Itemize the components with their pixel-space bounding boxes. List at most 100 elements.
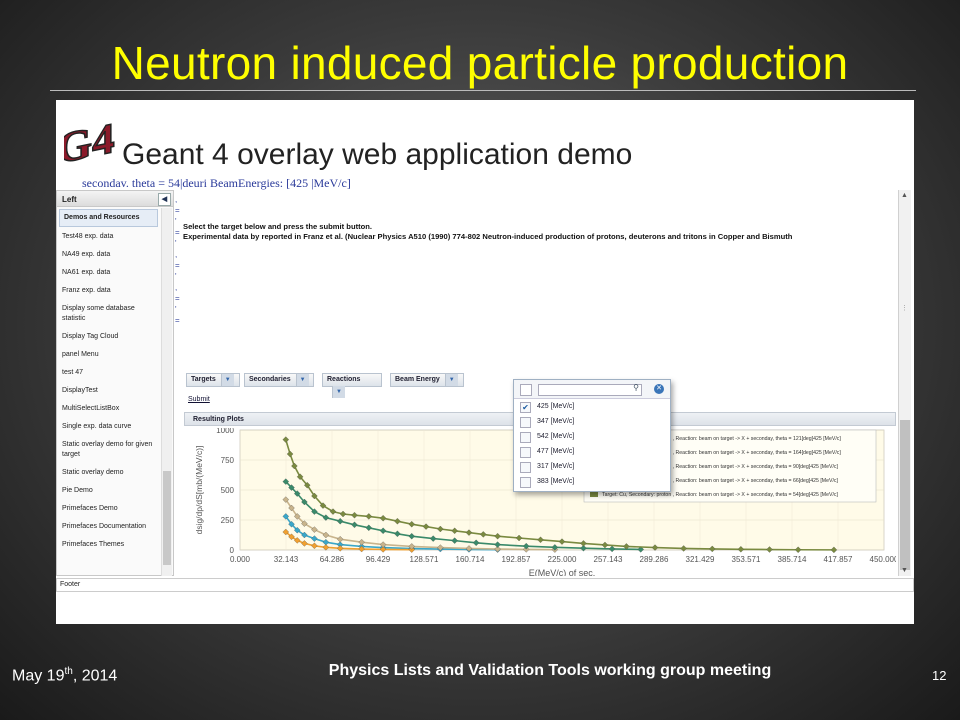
collapse-left-button[interactable]: ◀	[158, 193, 171, 206]
left-panel-scrollbar[interactable]	[161, 208, 172, 576]
targets-label: Targets	[191, 376, 216, 383]
popup-option-list: ✔ 425 [MeV/c] 347 [MeV/c] 542 [MeV/c] 477 [M…	[514, 399, 670, 489]
option-label: 425 [MeV/c]	[537, 403, 575, 410]
nav-item[interactable]: NA61 exp. data	[57, 264, 160, 282]
option-checkbox[interactable]	[520, 462, 531, 473]
chevron-down-icon: ▼	[444, 374, 458, 386]
nav-item[interactable]: panel Menu	[57, 346, 160, 364]
y-tick-label: 500	[221, 486, 235, 495]
page-number: 12	[932, 668, 947, 683]
nav-section-header[interactable]: Demos and Resources	[59, 209, 158, 227]
popup-search-input[interactable]: ⚲	[538, 383, 642, 396]
beam-energy-popup: ⚲ ✕ ✔ 425 [MeV/c] 347 [MeV/c] 542 [MeV/c] 47…	[513, 379, 671, 492]
checkmark-icon[interactable]: ✔	[520, 402, 531, 413]
nav-item[interactable]: Franz exp. data	[57, 282, 160, 300]
option-checkbox[interactable]	[520, 477, 531, 488]
close-icon[interactable]: ✕	[654, 384, 664, 394]
nav-item[interactable]: Display Tag Cloud	[57, 328, 160, 346]
left-panel-title: Left	[62, 195, 77, 204]
slide-title: Neutron induced particle production	[111, 37, 849, 89]
x-tick-label: 321.429	[686, 555, 715, 564]
scroll-up-icon[interactable]: ▲	[901, 192, 908, 199]
left-panel: Left ◀ Demos and Resources Test48 exp. da…	[56, 190, 174, 576]
nav-item[interactable]: Primefaces Demo	[57, 500, 160, 518]
x-tick-label: 32.143	[274, 555, 299, 564]
nav-item[interactable]: Pie Demo	[57, 482, 160, 500]
x-tick-label: 225.000	[548, 555, 577, 564]
y-axis-label: dsig/dp/dS[mb/(MeV/c)]	[194, 446, 204, 535]
scroll-down-icon[interactable]: ▼	[901, 567, 908, 574]
x-tick-label: 128.571	[410, 555, 439, 564]
y-tick-label: 250	[221, 516, 235, 525]
popup-filter-bar: ⚲ ✕	[514, 380, 670, 399]
beam-energy-option[interactable]: 477 [MeV/c]	[514, 444, 670, 459]
search-icon: ⚲	[633, 383, 639, 392]
svg-text:G4: G4	[64, 113, 115, 172]
beam-energy-option[interactable]: 347 [MeV/c]	[514, 414, 670, 429]
main-content: Select the target below and press the su…	[180, 190, 898, 576]
beam-energy-option[interactable]: 542 [MeV/c]	[514, 429, 670, 444]
instruction-line-2: Experimental data by reported in Franz e…	[183, 232, 793, 241]
scroll-grip-icon: ⋮	[901, 305, 908, 312]
reactions-dropdown[interactable]: Reactions ▼	[322, 373, 382, 398]
option-label: 317 [MeV/c]	[537, 463, 575, 470]
nav-item[interactable]: Test48 exp. data	[57, 228, 160, 246]
select-all-checkbox[interactable]	[520, 384, 532, 396]
x-axis-label: E(MeV/c) of sec.	[529, 568, 596, 576]
title-divider	[50, 90, 916, 91]
instruction-line-1: Select the target below and press the su…	[183, 222, 373, 231]
option-label: 383 [MeV/c]	[537, 478, 575, 485]
beam-energy-option[interactable]: 317 [MeV/c]	[514, 459, 670, 474]
x-tick-label: 289.286	[640, 555, 669, 564]
nav-item[interactable]: Single exp. data curve	[57, 418, 160, 436]
app-title: Geant 4 overlay web application demo	[122, 138, 633, 171]
nav-item[interactable]: DisplayTest	[57, 382, 160, 400]
x-tick-label: 385.714	[778, 555, 807, 564]
beam-energy-option[interactable]: 383 [MeV/c]	[514, 474, 670, 489]
option-checkbox[interactable]	[520, 447, 531, 458]
meeting-name: Physics Lists and Validation Tools worki…	[328, 662, 772, 679]
y-tick-label: 1000	[216, 428, 234, 435]
secondaries-label: Secondaries	[249, 376, 291, 383]
x-tick-label: 0.000	[230, 555, 251, 564]
nav-item[interactable]: test 47	[57, 364, 160, 382]
secondaries-dropdown[interactable]: Secondaries ▼	[244, 373, 314, 387]
y-tick-label: 0	[230, 546, 235, 555]
main-scroll-thumb[interactable]	[900, 420, 910, 570]
reactions-label: Reactions	[327, 376, 361, 383]
nav-item[interactable]: Display some database statistic	[57, 300, 160, 328]
submit-link[interactable]: Submit	[188, 396, 210, 403]
scrolled-text-remnant: secondav. theta = 54|deuri BeamEnergies:…	[82, 176, 351, 190]
x-tick-label: 192.857	[502, 555, 531, 564]
nav-item[interactable]: MultiSelectListBox	[57, 400, 160, 418]
targets-dropdown[interactable]: Targets ▼	[186, 373, 240, 387]
nav-item[interactable]: NA49 exp. data	[57, 246, 160, 264]
option-label: 347 [MeV/c]	[537, 418, 575, 425]
x-tick-label: 96.429	[366, 555, 391, 564]
x-tick-label: 160.714	[456, 555, 485, 564]
x-tick-label: 417.857	[824, 555, 853, 564]
footer-label: Footer	[60, 581, 81, 588]
app-screenshot: G4 Geant 4 overlay web application demo …	[56, 100, 914, 624]
beam-energy-dropdown[interactable]: Beam Energy ▼	[390, 373, 464, 387]
x-tick-label: 450.000	[870, 555, 896, 564]
x-tick-label: 257.143	[594, 555, 623, 564]
nav-item[interactable]: Primefaces Documentation	[57, 518, 160, 536]
nav-item[interactable]: Primefaces Themes	[57, 536, 160, 554]
main-scrollbar[interactable]: ▲ ⋮ ▼	[898, 190, 911, 576]
option-checkbox[interactable]	[520, 417, 531, 428]
chevron-down-icon: ▼	[220, 374, 234, 386]
beam-energy-option[interactable]: ✔ 425 [MeV/c]	[514, 399, 670, 414]
instructions: Select the target below and press the su…	[183, 222, 883, 242]
option-checkbox[interactable]	[520, 432, 531, 443]
option-label: 542 [MeV/c]	[537, 433, 575, 440]
chevron-down-icon: ▼	[332, 386, 345, 398]
option-label: 477 [MeV/c]	[537, 448, 575, 455]
nav-item[interactable]: Static overlay demo	[57, 464, 160, 482]
nav-item[interactable]: Static overlay demo for given target	[57, 436, 160, 464]
chevron-down-icon: ▼	[295, 374, 309, 386]
legend-label: Target: Cu, Secondary: proton , Reaction…	[602, 492, 838, 498]
left-panel-header: Left ◀	[57, 191, 173, 207]
geant4-logo: G4	[64, 112, 115, 172]
left-panel-scroll-thumb[interactable]	[163, 471, 171, 565]
